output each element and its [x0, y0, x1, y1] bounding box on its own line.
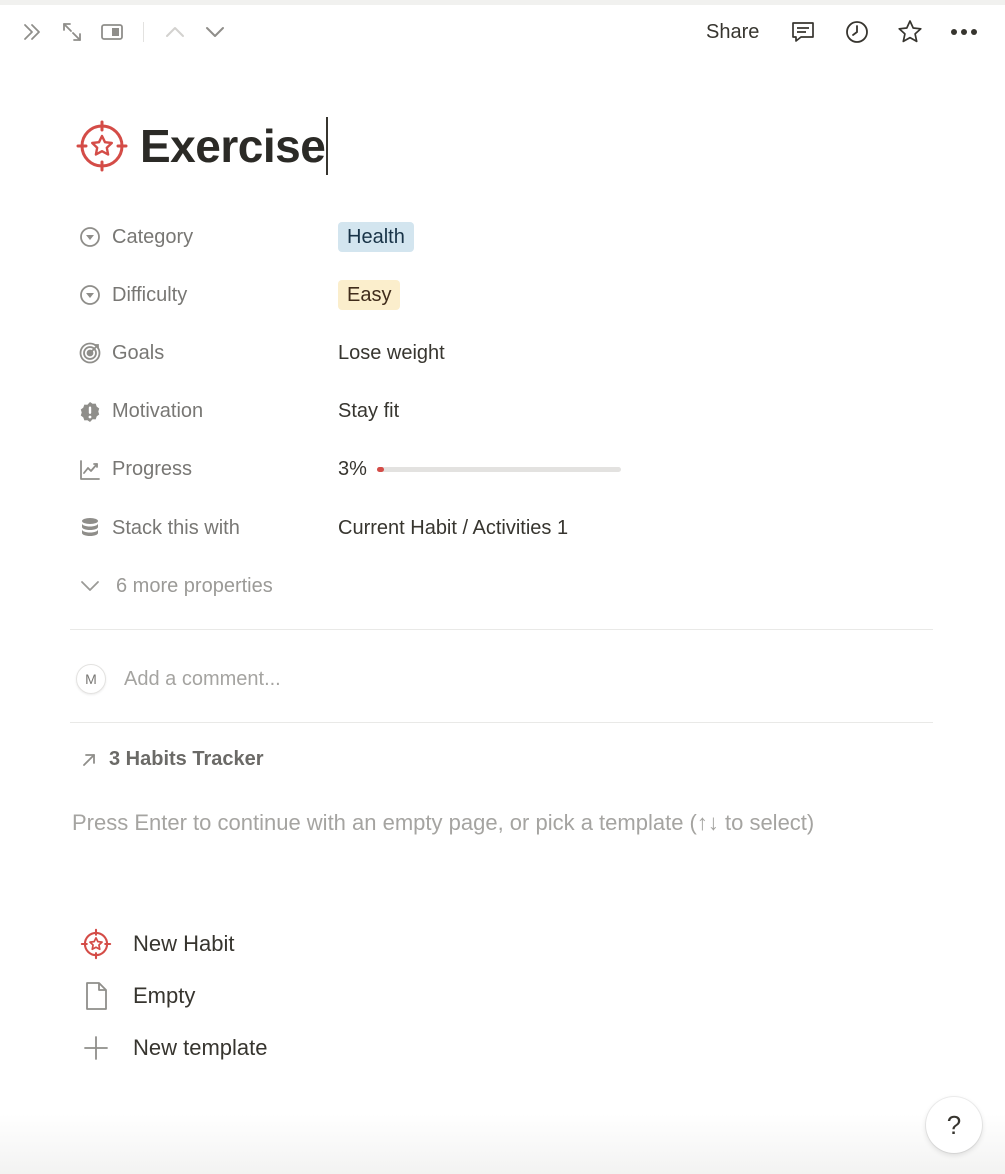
plus-icon: [78, 1030, 114, 1066]
more-properties-label: 6 more properties: [116, 574, 273, 597]
property-value[interactable]: Health: [338, 222, 414, 253]
progress-percent: 3%: [338, 458, 367, 481]
difficulty-tag: Easy: [338, 280, 401, 311]
property-label[interactable]: Difficulty: [76, 281, 338, 309]
property-value[interactable]: Current Habit / Activities 1: [338, 517, 568, 540]
property-label-text: Motivation: [112, 400, 204, 423]
page-icon: [78, 978, 114, 1014]
property-label-text: Category: [112, 225, 194, 248]
progress-bar: [376, 467, 621, 473]
property-label[interactable]: Motivation: [76, 398, 338, 426]
top-edge: [0, 0, 1005, 5]
property-stack: Stack this with Current Habit / Activiti…: [76, 499, 936, 557]
select-icon: [76, 223, 104, 251]
new-template-button[interactable]: New template: [78, 1022, 268, 1074]
toolbar: Share: [0, 12, 1005, 52]
comment-icon[interactable]: [787, 16, 819, 48]
share-button[interactable]: Share: [696, 17, 769, 47]
help-button[interactable]: ?: [926, 1097, 982, 1153]
expand-icon[interactable]: [56, 16, 88, 48]
text-caret: [326, 117, 329, 175]
trend-chart-icon: [76, 456, 104, 484]
property-value[interactable]: Stay fit: [338, 400, 399, 423]
backlink[interactable]: 3 Habits Tracker: [78, 748, 264, 771]
page: Share Exercise Category Health Difficult…: [0, 0, 1005, 1174]
divider: [70, 722, 933, 723]
target-star-icon: [78, 926, 114, 962]
property-label-text: Goals: [112, 341, 165, 364]
more-properties-toggle[interactable]: 6 more properties: [76, 557, 936, 615]
more-icon[interactable]: [948, 16, 980, 48]
database-icon: [76, 514, 104, 542]
template-label: New template: [133, 1035, 268, 1060]
property-progress: Progress 3%: [76, 441, 936, 499]
property-value[interactable]: 3%: [338, 458, 621, 481]
template-label: New Habit: [133, 931, 235, 956]
page-title[interactable]: Exercise: [140, 119, 326, 173]
chevron-up-icon[interactable]: [159, 16, 191, 48]
property-value[interactable]: Lose weight: [338, 342, 445, 365]
property-value[interactable]: Easy: [338, 280, 401, 311]
template-label: Empty: [133, 983, 196, 1008]
template-new-habit[interactable]: New Habit: [78, 918, 268, 970]
chevron-down-icon[interactable]: [199, 16, 231, 48]
template-hint: Press Enter to continue with an empty pa…: [72, 810, 815, 835]
property-label[interactable]: Stack this with: [76, 514, 338, 542]
chevron-down-icon: [76, 572, 104, 600]
property-label[interactable]: Goals: [76, 339, 338, 367]
property-goals: Goals Lose weight: [76, 324, 936, 382]
template-list: New Habit Empty New template: [78, 918, 268, 1074]
divider: [70, 629, 933, 630]
property-label[interactable]: Category: [76, 223, 338, 251]
property-label-text: Difficulty: [112, 283, 188, 306]
arrow-up-right-icon: [78, 749, 100, 771]
backlink-label: 3 Habits Tracker: [109, 748, 264, 770]
side-peek-icon[interactable]: [96, 16, 128, 48]
double-chevron-right-icon[interactable]: [16, 16, 48, 48]
history-icon[interactable]: [841, 16, 873, 48]
property-difficulty: Difficulty Easy: [76, 266, 936, 324]
comment-box: M: [76, 662, 724, 696]
properties-panel: Category Health Difficulty Easy Goals Lo…: [76, 208, 936, 615]
property-label-text: Stack this with: [112, 516, 240, 539]
category-tag: Health: [338, 222, 414, 253]
bottom-fade: [0, 1114, 1005, 1174]
property-category: Category Health: [76, 208, 936, 266]
avatar: M: [76, 664, 106, 694]
target-star-icon[interactable]: [76, 120, 128, 172]
property-label-text: Progress: [112, 458, 193, 481]
star-icon[interactable]: [894, 16, 926, 48]
select-icon: [76, 281, 104, 309]
property-motivation: Motivation Stay fit: [76, 383, 936, 441]
progress-bar-fill: [376, 467, 385, 473]
template-empty[interactable]: Empty: [78, 970, 268, 1022]
property-label[interactable]: Progress: [76, 456, 338, 484]
alert-badge-icon: [76, 398, 104, 426]
page-header: Exercise: [76, 116, 329, 176]
target-icon: [76, 339, 104, 367]
toolbar-separator: [143, 22, 144, 42]
comment-input[interactable]: [124, 667, 724, 691]
